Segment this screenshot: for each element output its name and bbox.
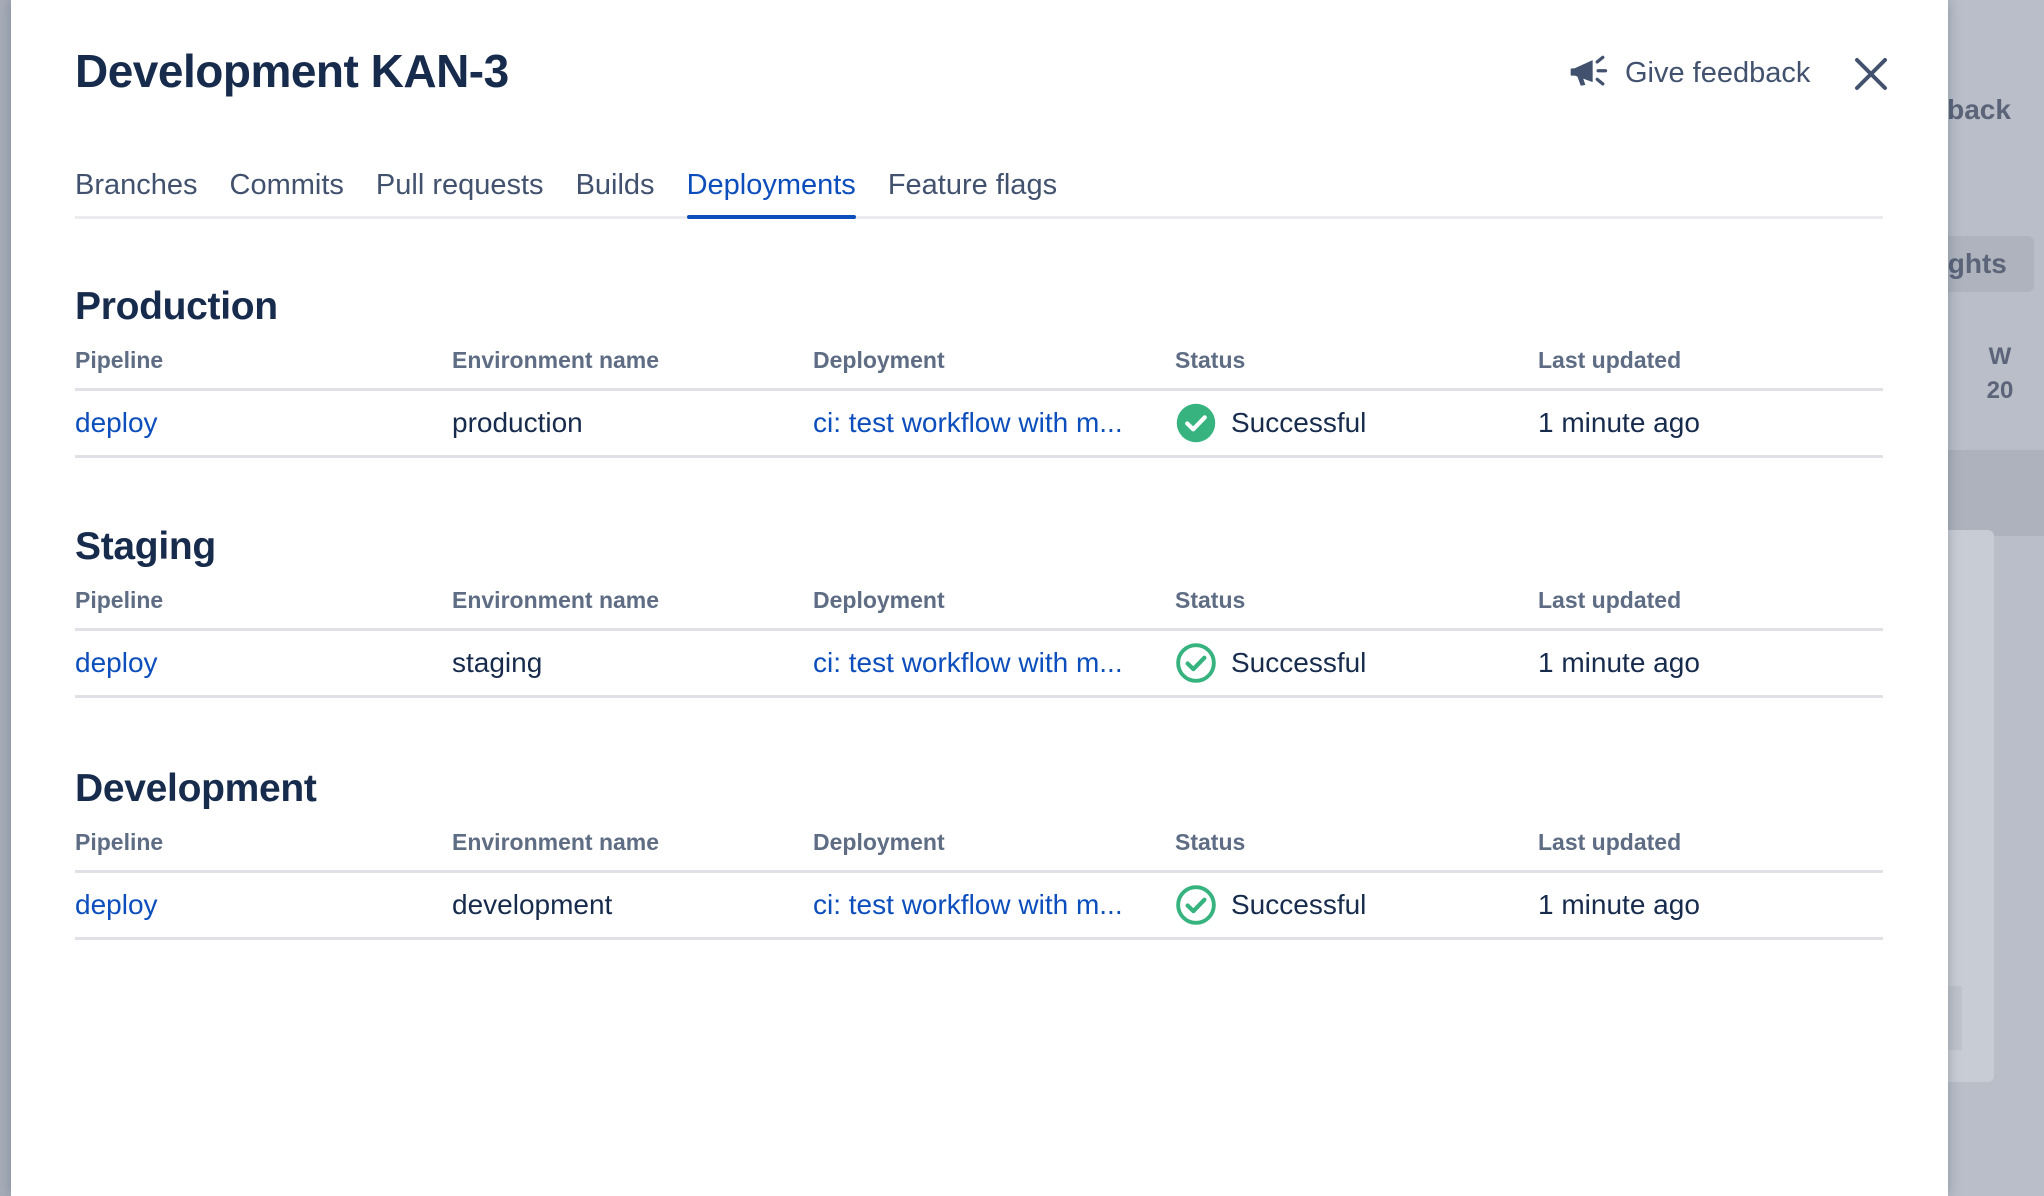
check-circle-outline-icon xyxy=(1175,642,1217,684)
background-week-letter: W xyxy=(1988,343,2012,370)
column-header-last-updated: Last updated xyxy=(1538,347,1682,373)
last-updated: 1 minute ago xyxy=(1538,407,1700,438)
table-header: Pipeline Environment name Deployment Sta… xyxy=(75,814,1883,873)
give-feedback-label: Give feedback xyxy=(1625,56,1811,89)
background-band xyxy=(1948,450,2044,536)
column-header-status: Status xyxy=(1175,347,1246,373)
deployment-link[interactable]: ci: test workflow with m... xyxy=(813,873,1153,937)
background-week-number: 20 xyxy=(1986,377,2014,404)
deployment-link[interactable]: ci: test workflow with m... xyxy=(813,631,1153,695)
check-circle-filled-icon xyxy=(1175,402,1217,444)
table-row: deploy development ci: test workflow wit… xyxy=(75,873,1883,940)
last-updated: 1 minute ago xyxy=(1538,889,1700,920)
table-header: Pipeline Environment name Deployment Sta… xyxy=(75,332,1883,391)
development-modal: Development KAN-3 Give feedback Branches… xyxy=(11,0,1948,1196)
section-title: Production xyxy=(75,285,278,328)
status-cell: Successful xyxy=(1175,631,1366,695)
background-insights-text: ights xyxy=(1940,248,2007,279)
status-cell: Successful xyxy=(1175,873,1366,937)
tab-commits[interactable]: Commits xyxy=(230,160,344,216)
column-header-status: Status xyxy=(1175,829,1246,855)
close-icon xyxy=(1847,58,1895,101)
background-card-inner xyxy=(1948,986,1962,1050)
tab-feature-flags[interactable]: Feature flags xyxy=(888,160,1057,216)
background-week-label: W 20 xyxy=(1960,340,2040,408)
pipeline-link[interactable]: deploy xyxy=(75,391,158,455)
column-header-deployment: Deployment xyxy=(813,829,945,855)
column-header-last-updated: Last updated xyxy=(1538,829,1682,855)
status-text: Successful xyxy=(1231,407,1367,438)
column-header-environment: Environment name xyxy=(452,587,660,613)
section-title: Staging xyxy=(75,525,216,568)
environment-name: development xyxy=(452,889,613,920)
background-left-edge xyxy=(0,0,11,1196)
status-text: Successful xyxy=(1231,889,1367,920)
environment-name: staging xyxy=(452,647,543,678)
table-header: Pipeline Environment name Deployment Sta… xyxy=(75,572,1883,631)
column-header-pipeline: Pipeline xyxy=(75,347,164,373)
tab-pull-requests[interactable]: Pull requests xyxy=(376,160,544,216)
last-updated: 1 minute ago xyxy=(1538,647,1700,678)
pipeline-link[interactable]: deploy xyxy=(75,873,158,937)
table-row: deploy production ci: test workflow with… xyxy=(75,391,1883,458)
pipeline-link[interactable]: deploy xyxy=(75,631,158,695)
environment-name: production xyxy=(452,407,583,438)
close-button[interactable] xyxy=(1847,50,1895,98)
check-circle-outline-icon xyxy=(1175,884,1217,926)
give-feedback-button[interactable]: Give feedback xyxy=(1567,48,1810,98)
column-header-environment: Environment name xyxy=(452,829,660,855)
deployment-link[interactable]: ci: test workflow with m... xyxy=(813,391,1153,455)
column-header-pipeline: Pipeline xyxy=(75,587,164,613)
column-header-last-updated: Last updated xyxy=(1538,587,1682,613)
column-header-environment: Environment name xyxy=(452,347,660,373)
tab-branches[interactable]: Branches xyxy=(75,160,198,216)
status-cell: Successful xyxy=(1175,391,1366,455)
megaphone-icon xyxy=(1567,50,1611,97)
section-production: Production Pipeline Environment name Dep… xyxy=(75,282,1883,458)
tab-bar: Branches Commits Pull requests Builds De… xyxy=(75,160,1883,219)
tab-deployments[interactable]: Deployments xyxy=(686,160,857,219)
column-header-deployment: Deployment xyxy=(813,587,945,613)
section-title: Development xyxy=(75,767,317,810)
tab-builds[interactable]: Builds xyxy=(576,160,655,216)
table-row: deploy staging ci: test workflow with m.… xyxy=(75,631,1883,698)
section-development: Development Pipeline Environment name De… xyxy=(75,764,1883,940)
column-header-status: Status xyxy=(1175,587,1246,613)
modal-title: Development KAN-3 xyxy=(75,45,509,97)
column-header-deployment: Deployment xyxy=(813,347,945,373)
status-text: Successful xyxy=(1231,647,1367,678)
section-staging: Staging Pipeline Environment name Deploy… xyxy=(75,522,1883,698)
column-header-pipeline: Pipeline xyxy=(75,829,164,855)
